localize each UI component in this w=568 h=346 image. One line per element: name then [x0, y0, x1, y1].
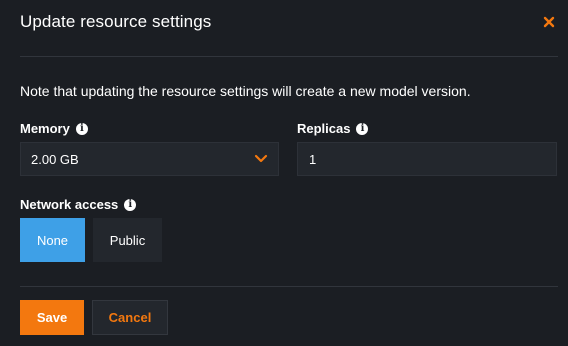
replicas-label: Replicas	[297, 121, 351, 136]
memory-label-group: Memory i	[20, 121, 88, 136]
close-icon[interactable]	[540, 13, 558, 31]
network-info-icon[interactable]: i	[124, 198, 137, 211]
save-button[interactable]: Save	[20, 300, 84, 335]
network-access-label: Network access	[20, 197, 119, 212]
header-divider	[20, 56, 558, 57]
version-note: Note that updating the resource settings…	[20, 83, 471, 99]
network-label-group: Network access i	[20, 197, 137, 212]
network-option-public[interactable]: Public	[93, 218, 162, 262]
memory-select-value: 2.00 GB	[31, 151, 79, 167]
chevron-down-icon	[254, 154, 268, 163]
memory-select[interactable]: 2.00 GB	[20, 142, 279, 176]
network-option-none[interactable]: None	[20, 218, 85, 262]
footer-divider	[20, 286, 558, 287]
memory-info-icon[interactable]: i	[75, 122, 88, 135]
memory-label: Memory	[20, 121, 70, 136]
update-resource-settings-dialog: Update resource settings Note that updat…	[0, 0, 568, 346]
cancel-button[interactable]: Cancel	[92, 300, 168, 335]
dialog-title: Update resource settings	[20, 12, 212, 31]
replicas-label-group: Replicas i	[297, 121, 369, 136]
replicas-info-icon[interactable]: i	[356, 122, 369, 135]
replicas-input[interactable]	[297, 142, 557, 176]
